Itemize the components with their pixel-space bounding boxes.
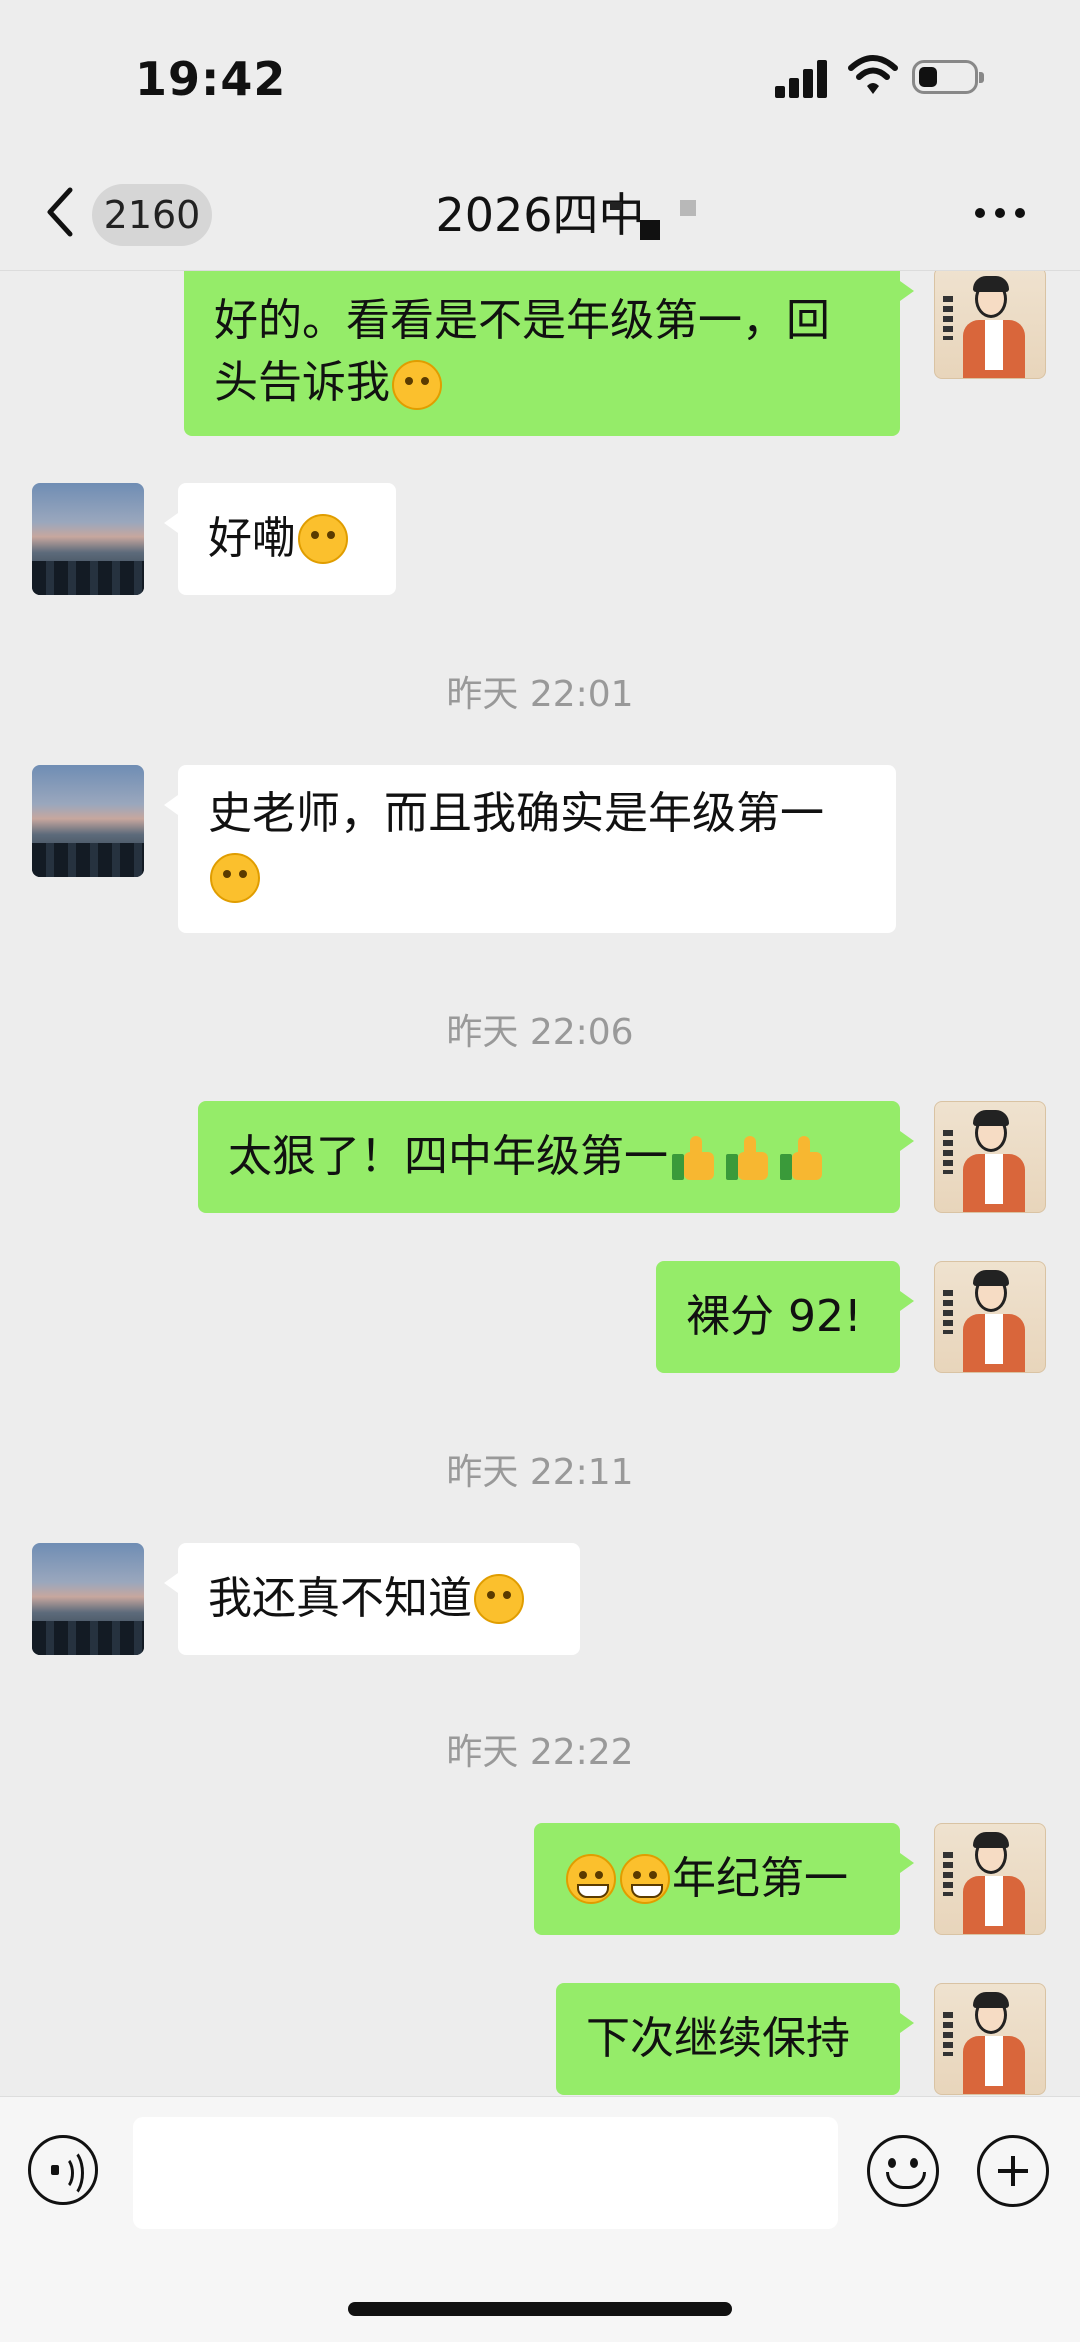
- plus-circle-icon[interactable]: [977, 2135, 1049, 2207]
- avatar-contact[interactable]: [32, 1543, 144, 1655]
- smirk-emoji-icon: [392, 360, 442, 410]
- avatar-contact[interactable]: [32, 483, 144, 595]
- laugh-cry-emoji-icon: [474, 1574, 524, 1624]
- chevron-left-icon[interactable]: [40, 182, 80, 242]
- home-indicator[interactable]: [348, 2302, 732, 2316]
- message-bubble-incoming[interactable]: 好嘞: [164, 483, 396, 595]
- status-time: 19:42: [135, 52, 287, 106]
- message-text: 史老师，而且我确实是年级第一: [208, 788, 824, 839]
- chat-title: 2026四中: [435, 188, 645, 242]
- battery-icon: [912, 60, 984, 94]
- grin-emoji-icon: [620, 1854, 670, 1904]
- wifi-icon: [848, 55, 898, 94]
- message-bubble-outgoing[interactable]: 下次继续保持: [556, 1983, 914, 2095]
- unread-count-badge[interactable]: 2160: [92, 184, 212, 246]
- thumbs-up-emoji-icon: [724, 1132, 774, 1182]
- redacted-mark: [640, 220, 660, 240]
- message-text: 好嘞: [208, 513, 296, 564]
- signal-icon: [775, 58, 831, 98]
- message-bubble-incoming[interactable]: 史老师，而且我确实是年级第一: [164, 765, 896, 933]
- status-bar: 19:42: [0, 0, 1080, 160]
- timestamp: 昨天 22:11: [446, 1452, 634, 1493]
- avatar-self[interactable]: [934, 1101, 1046, 1213]
- message-bubble-outgoing[interactable]: 年纪第一: [534, 1823, 914, 1935]
- avatar-self[interactable]: [934, 271, 1046, 379]
- message-text: 年纪第一: [672, 1853, 848, 1904]
- redacted-mark: [610, 202, 622, 210]
- avatar-self[interactable]: [934, 1261, 1046, 1373]
- message-text: 我还真不知道: [208, 1573, 472, 1624]
- timestamp: 昨天 22:01: [446, 674, 634, 715]
- grin-emoji-icon: [566, 1854, 616, 1904]
- thumbs-up-emoji-icon: [778, 1132, 828, 1182]
- ok-hand-emoji-icon: [210, 853, 260, 903]
- message-text: 下次继续保持: [586, 2013, 850, 2064]
- message-bubble-outgoing[interactable]: 太狠了！四中年级第一: [198, 1101, 914, 1213]
- chat-header: 2160 2026四中: [0, 160, 1080, 271]
- more-dots-icon[interactable]: [975, 202, 1031, 226]
- thumbs-up-emoji-icon: [670, 1132, 720, 1182]
- timestamp: 昨天 22:22: [446, 1732, 634, 1773]
- message-text: 头告诉我: [214, 357, 390, 408]
- message-bubble-outgoing[interactable]: 裸分 92!: [656, 1261, 914, 1373]
- message-text: 太狠了！四中年级第一: [228, 1131, 668, 1182]
- message-bubble-incoming[interactable]: 我还真不知道: [164, 1543, 580, 1655]
- avatar-self[interactable]: [934, 1983, 1046, 2095]
- message-list[interactable]: 好的。看看是不是年级第一，回 头告诉我 好嘞 昨天 22:01 史老师，而且我确实…: [0, 271, 1080, 2096]
- avatar-self[interactable]: [934, 1823, 1046, 1935]
- avatar-contact[interactable]: [32, 765, 144, 877]
- voice-icon[interactable]: [28, 2135, 98, 2205]
- timestamp: 昨天 22:06: [446, 1012, 634, 1053]
- message-text: 好的。看看是不是年级第一，回: [214, 295, 830, 346]
- emoji-face-icon[interactable]: [867, 2135, 939, 2207]
- redacted-mark: [680, 200, 696, 216]
- message-text: 裸分 92!: [686, 1291, 862, 1342]
- message-input[interactable]: [133, 2117, 838, 2229]
- ok-hand-emoji-icon: [298, 514, 348, 564]
- message-bubble-outgoing[interactable]: 好的。看看是不是年级第一，回 头告诉我: [184, 271, 914, 436]
